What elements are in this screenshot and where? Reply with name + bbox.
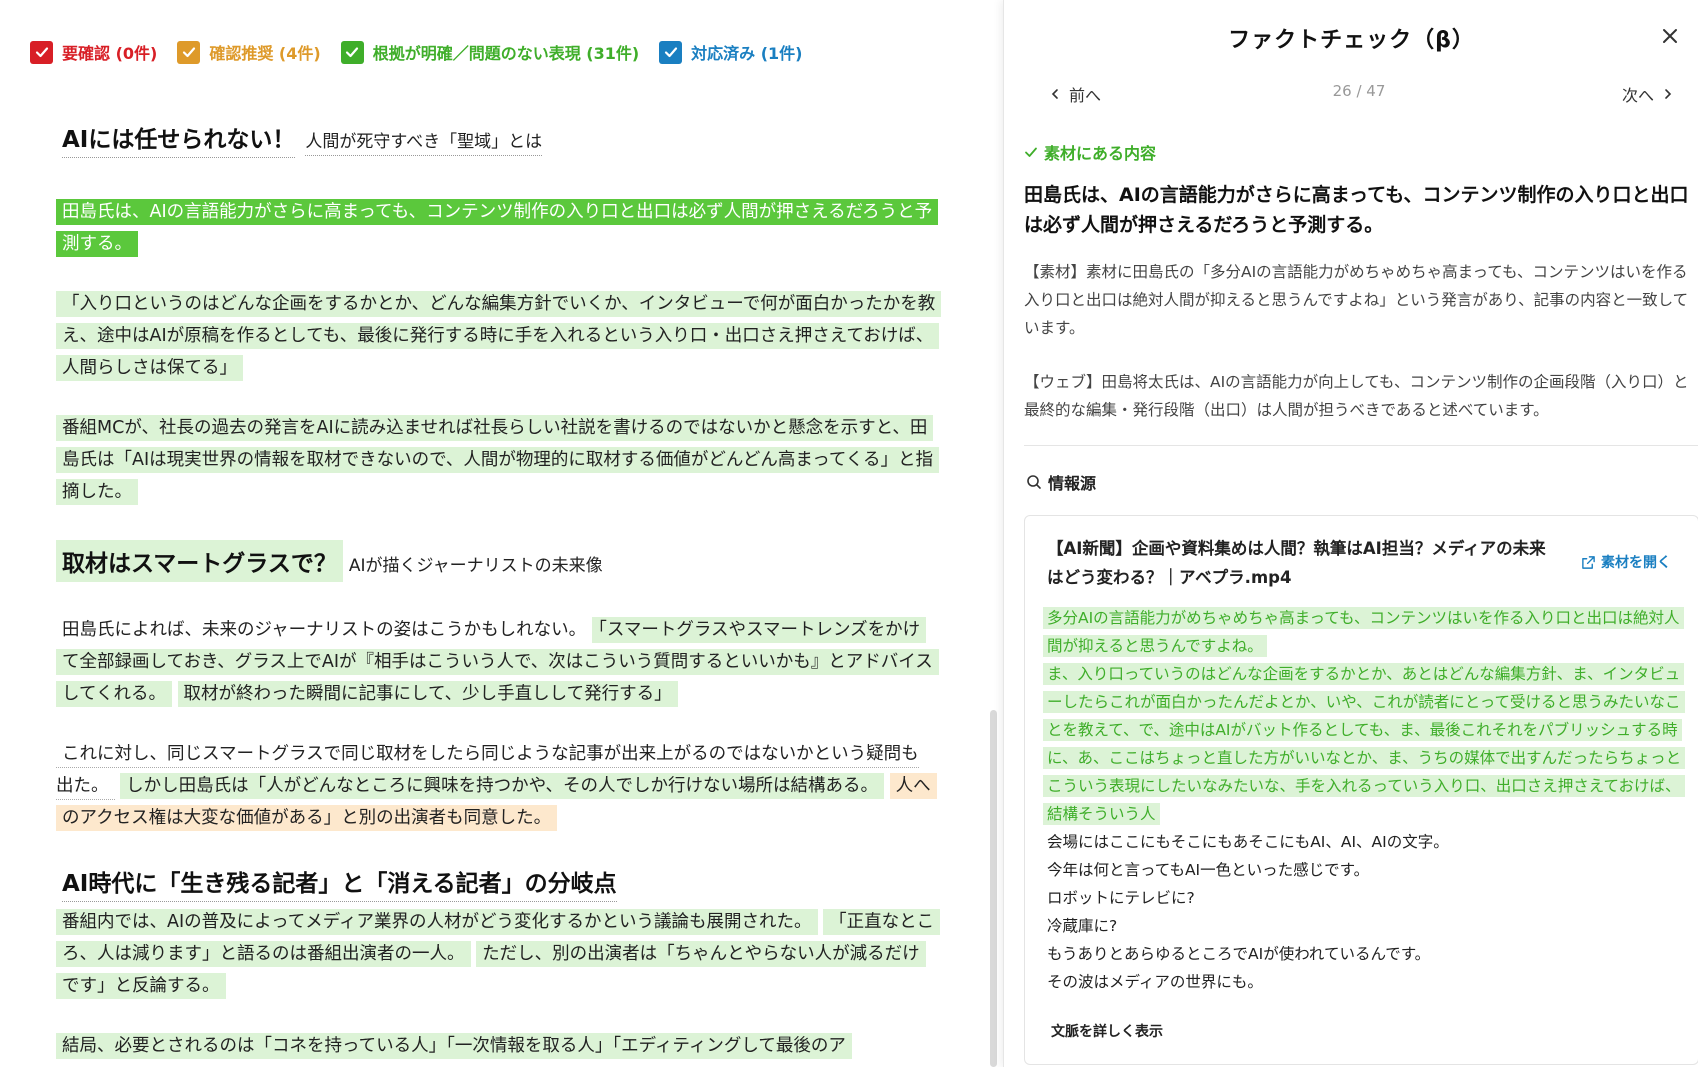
source-card: 【AI新聞】企画や資料集めは人間？執筆はAI担当？メディアの未来はどう変わる？｜… (1024, 515, 1698, 1065)
source-transcript: 多分AIの言語能力がめちゃめちゃ高まっても、コンテンツはいを作る入り口と出口は絶… (1043, 604, 1688, 996)
paragraph: 番組MCが、社長の過去の発言をAIに読み込ませれば社長らしい社説を書けるのではな… (56, 412, 939, 508)
filter-clear-evidence[interactable]: 根拠が明確／問題のない表現 (31件) (340, 40, 640, 64)
pager-count: 26 / 47 (1332, 82, 1386, 100)
checkbox-checked-icon[interactable] (659, 40, 683, 64)
transcript-line: もうありとあらゆるところでAIが使われているんです。 (1047, 945, 1431, 963)
checkbox-checked-icon[interactable] (177, 40, 201, 64)
section-heading: AI時代に「生き残る記者」と「消える記者」の分岐点 (62, 864, 942, 902)
open-source-label: 素材を開く (1601, 555, 1671, 571)
filter-resolved[interactable]: 対応済み (1件) (659, 40, 803, 64)
filter-label: 対応済み (1件) (691, 44, 803, 63)
transcript-line: ロボットにテレビに? (1047, 889, 1195, 907)
explanation-web: 【ウェブ】田島将太氏は、AIの言語能力が向上しても、コンテンツ制作の企画段階（入… (1024, 373, 1689, 419)
section-heading: AIには任せられない！ 人間が死守すべき「聖域」とは (62, 120, 942, 158)
heading-subtitle[interactable]: 人間が死守すべき「聖域」とは (305, 127, 543, 156)
status-label: 素材にある内容 (1044, 144, 1157, 163)
close-button[interactable] (1656, 22, 1684, 50)
close-icon (1663, 29, 1677, 43)
paragraph: これに対し、同じスマートグラスで同じ取材をしたら同じような記事が出来上がるのでは… (56, 738, 937, 834)
filter-label: 根拠が明確／問題のない表現 (31件) (372, 44, 640, 63)
claim-highlight[interactable]: しかし田島氏は「人がどんなところに興味を持つかや、その人でしか行けない場所は結構… (120, 773, 885, 799)
show-more-context-button[interactable]: 文脈を詳しく表示 (1051, 1021, 1163, 1041)
claim-highlight-selected[interactable]: 田島氏は、AIの言語能力がさらに高まっても、コンテンツ制作の入り口と出口は必ず人… (56, 199, 939, 257)
section-heading: 取材はスマートグラスで？ AIが描くジャーナリストの未来像 (56, 540, 942, 582)
paragraph: 田島氏によれば、未来のジャーナリストの姿はこうかもしれない。 「スマートグラスやス… (56, 614, 939, 710)
claim-text: 田島氏は、AIの言語能力がさらに高まっても、コンテンツ制作の入り口と出口は必ず人… (1024, 184, 1689, 236)
pager-nav: 前へ 26 / 47 次へ (1044, 82, 1674, 106)
transcript-highlight: 多分AIの言語能力がめちゃめちゃ高まっても、コンテンツはいを作る入り口と出口は絶… (1043, 607, 1684, 657)
heading-subtitle: AIが描くジャーナリストの未来像 (348, 556, 603, 576)
transcript-line: 冷蔵庫に? (1047, 917, 1118, 935)
next-button[interactable]: 次へ (1622, 82, 1674, 106)
filter-needs-check[interactable]: 要確認 (0件) (30, 40, 157, 64)
paragraph: 番組内では、AIの普及によってメディア業界の人材がどう変化するかという議論も展開… (56, 906, 941, 1002)
fact-check-panel: ファクトチェック（β） 前へ 26 / 47 次へ 素材にある内容 田島氏は、A… (1003, 0, 1698, 1067)
transcript-line: 今年は何と言ってもAI一色といった感じです。 (1047, 861, 1370, 879)
heading-title[interactable]: AIには任せられない！ (62, 120, 296, 158)
search-icon (1027, 475, 1041, 489)
filter-bar: 要確認 (0件) 確認推奨 (4件) 根拠が明確／問題のない表現 (31件) 対… (30, 40, 823, 64)
claim-highlight[interactable]: 「入り口というのはどんな企画をするかとか、どんな編集方針でいくか、インタビューで… (56, 291, 942, 381)
heading-title[interactable]: 取材はスマートグラスで？ (56, 540, 343, 582)
checkbox-checked-icon[interactable] (30, 40, 53, 64)
filter-label: 確認推奨 (4件) (209, 44, 321, 63)
external-link-icon (1582, 555, 1595, 569)
sentence: 田島氏によれば、未来のジャーナリストの姿はこうかもしれない。 (62, 620, 587, 640)
check-icon (1025, 147, 1037, 157)
filter-recommended-check[interactable]: 確認推奨 (4件) (177, 40, 321, 64)
paragraph: 「入り口というのはどんな企画をするかとか、どんな編集方針でいくか、インタビューで… (56, 288, 942, 384)
sources-heading: 情報源 (1026, 470, 1096, 494)
filter-label: 要確認 (0件) (62, 44, 158, 63)
sources-heading-label: 情報源 (1048, 474, 1097, 493)
claim-highlight[interactable]: 結局、必要とされるのは「コネを持っている人」「一次情報を取る人」「エディティング… (56, 1033, 852, 1059)
status-badge: 素材にある内容 (1024, 140, 1156, 164)
claim-highlight[interactable]: 番組内では、AIの普及によってメディア業界の人材がどう変化するかという議論も展開… (56, 909, 818, 935)
checkbox-checked-icon[interactable] (340, 40, 364, 64)
chevron-right-icon (1665, 89, 1672, 99)
claim-highlight[interactable]: 取材が終わった瞬間に記事にして、少し手直しして発行する」 (177, 681, 678, 707)
scrollbar-thumb[interactable] (990, 710, 997, 1067)
paragraph: 田島氏は、AIの言語能力がさらに高まっても、コンテンツ制作の入り口と出口は必ず人… (56, 196, 939, 260)
transcript-line: 会場にはここにもそこにもあそこにもAI、AI、AIの文字。 (1047, 833, 1449, 851)
divider (1024, 445, 1698, 446)
article-pane: 要確認 (0件) 確認推奨 (4件) 根拠が明確／問題のない表現 (31件) 対… (0, 0, 1002, 1067)
article-body: AIには任せられない！ 人間が死守すべき「聖域」とは 田島氏は、AIの言語能力が… (56, 112, 942, 1062)
transcript-highlight: ま、入り口っていうのはどんな企画をするかとか、あとはどんな編集方針、ま、インタビ… (1043, 663, 1686, 825)
panel-title: ファクトチェック（β） (1228, 28, 1475, 53)
heading-title[interactable]: AI時代に「生き残る記者」と「消える記者」の分岐点 (62, 864, 617, 902)
claim-highlight[interactable]: 番組MCが、社長の過去の発言をAIに読み込ませれば社長らしい社説を書けるのではな… (56, 415, 939, 505)
paragraph: 結局、必要とされるのは「コネを持っている人」「一次情報を取る人」「エディティング… (56, 1030, 936, 1062)
source-title: 【AI新聞】企画や資料集めは人間？執筆はAI担当？メディアの未来はどう変わる？｜… (1047, 539, 1546, 587)
explanation-material: 【素材】素材に田島氏の「多分AIの言語能力がめちゃめちゃ高まっても、コンテンツは… (1024, 263, 1689, 337)
next-label: 次へ (1621, 86, 1654, 105)
open-source-link[interactable]: 素材を開く (1581, 552, 1671, 572)
transcript-line: その波はメディアの世界にも。 (1047, 973, 1263, 991)
